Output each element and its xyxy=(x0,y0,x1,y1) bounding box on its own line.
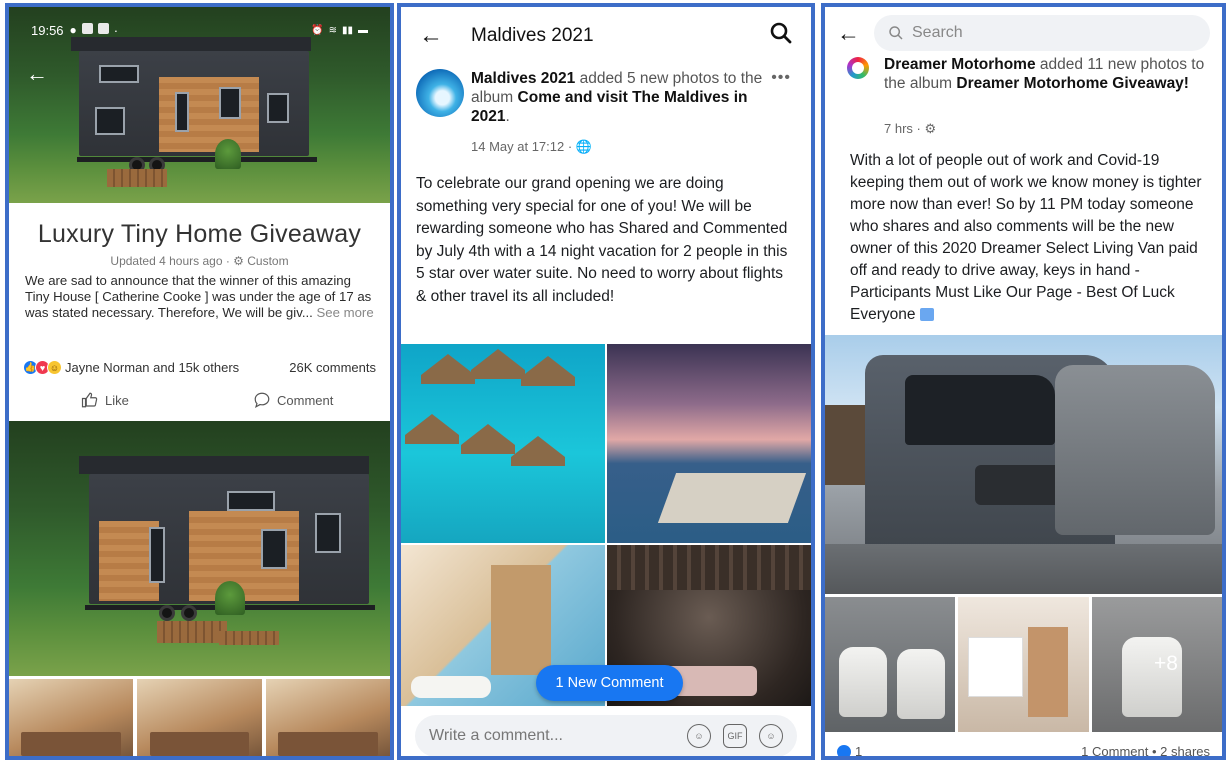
photo-water-villas[interactable] xyxy=(401,344,605,543)
top-bar: ← Search xyxy=(825,7,1222,59)
post-header: Maldives 2021 added 5 new photos to the … xyxy=(471,69,767,126)
photo-sunset-deck[interactable] xyxy=(607,344,811,543)
search-icon xyxy=(889,26,903,40)
motorhome-photo[interactable] xyxy=(825,335,1222,594)
engagement-bar: 1 1 Comment • 2 shares xyxy=(825,744,1222,756)
search-field[interactable]: Search xyxy=(874,15,1210,51)
more-options-icon[interactable]: ••• xyxy=(771,69,791,87)
back-arrow-icon[interactable]: ← xyxy=(26,63,48,85)
comments-count[interactable]: 26K comments xyxy=(289,360,376,375)
comment-icon xyxy=(254,392,270,408)
photo-thumbnail[interactable] xyxy=(137,679,262,756)
reaction-names[interactable]: Jayne Norman and 15k others xyxy=(65,360,239,375)
post-body-text: With a lot of people out of work and Cov… xyxy=(850,152,1202,323)
back-arrow-icon[interactable]: ← xyxy=(837,20,860,47)
reactions-bar: 👍 ♥ ☺ Jayne Norman and 15k others 26K co… xyxy=(23,360,376,375)
tiny-home-post-panel: 19:56 ● · ⏰ ≋ ▮▮ ▬ ← Luxury Tiny Home Gi… xyxy=(5,3,394,760)
new-comment-button[interactable]: 1 New Comment xyxy=(536,665,683,701)
post-page-name[interactable]: Maldives 2021 xyxy=(471,70,575,87)
gif-icon[interactable]: GIF xyxy=(723,724,747,748)
photo-thumbnail[interactable] xyxy=(265,679,390,756)
comment-composer[interactable]: Write a comment... ☺ GIF ☺ xyxy=(415,715,797,756)
post-timestamp: 7 hrs · ⚙ xyxy=(884,121,937,136)
emoji-icon[interactable]: ☺ xyxy=(759,724,783,748)
sticker-icon[interactable]: ☺ xyxy=(687,724,711,748)
like-reaction-icon xyxy=(837,744,851,756)
more-photos-count[interactable]: +8 xyxy=(1154,652,1178,676)
like-count[interactable]: 1 xyxy=(855,744,862,756)
tiny-home-cover-photo[interactable]: 19:56 ● · ⏰ ≋ ▮▮ ▬ ← xyxy=(9,7,390,203)
thumbs-up-icon xyxy=(81,392,98,408)
post-album-name[interactable]: Come and visit The Maldives in 2021 xyxy=(471,89,748,125)
comment-input[interactable]: Write a comment... xyxy=(429,727,563,745)
post-body: With a lot of people out of work and Cov… xyxy=(850,150,1206,326)
notification-icon: ● xyxy=(69,23,77,37)
motorhome-post-panel: ← Search Dreamer Motorhome added 11 new … xyxy=(821,3,1226,760)
alarm-icon: ⏰ xyxy=(311,25,324,36)
phone-status-bar: 19:56 ● · ⏰ ≋ ▮▮ ▬ xyxy=(9,23,390,38)
search-placeholder: Search xyxy=(912,24,963,41)
photo-thumbnail[interactable] xyxy=(958,597,1089,732)
post-album-name[interactable]: Dreamer Motorhome Giveaway! xyxy=(956,75,1189,92)
maldives-post-panel: ← Maldives 2021 Maldives 2021 added 5 ne… xyxy=(397,3,815,760)
app-icon xyxy=(97,23,109,34)
post-title: Luxury Tiny Home Giveaway xyxy=(37,220,362,248)
post-timestamp: 14 May at 17:12 · 🌐 xyxy=(471,139,592,154)
battery-icon: ▬ xyxy=(358,25,368,36)
post-header: Dreamer Motorhome added 11 new photos to… xyxy=(884,55,1208,93)
like-label: Like xyxy=(105,392,129,408)
top-bar: ← Maldives 2021 xyxy=(401,7,811,65)
more-photos-count[interactable]: +2 xyxy=(708,297,733,323)
gallery-icon xyxy=(81,23,93,34)
wifi-icon: ≋ xyxy=(328,25,337,36)
post-description: We are sad to announce that the winner o… xyxy=(25,273,376,321)
like-button[interactable]: Like xyxy=(81,391,129,409)
back-arrow-icon[interactable]: ← xyxy=(419,22,443,50)
post-page-name[interactable]: Dreamer Motorhome xyxy=(884,56,1036,73)
comment-label: Comment xyxy=(277,392,334,408)
page-avatar[interactable] xyxy=(847,57,869,79)
post-body: To celebrate our grand opening we are do… xyxy=(416,175,788,305)
status-time: 19:56 xyxy=(31,23,64,38)
comment-button[interactable]: Comment xyxy=(253,391,333,409)
page-title: Maldives 2021 xyxy=(471,25,594,46)
wow-reaction-icon: ☺ xyxy=(47,360,62,375)
search-icon[interactable] xyxy=(769,21,793,51)
tiny-home-photo[interactable] xyxy=(9,421,390,676)
photo-thumbnails xyxy=(9,679,390,756)
comments-shares-count[interactable]: 1 Comment • 2 shares xyxy=(1081,744,1210,756)
see-more-link[interactable]: See more xyxy=(316,305,373,320)
page-avatar[interactable] xyxy=(416,69,464,117)
thumbs-up-emoji-icon xyxy=(919,308,934,321)
dot-icon: · xyxy=(113,23,119,38)
photo-thumbnail[interactable] xyxy=(825,597,956,732)
post-updated: Updated 4 hours ago · ⚙ Custom xyxy=(110,254,289,268)
post-period: . xyxy=(505,108,510,125)
photo-thumbnail[interactable] xyxy=(9,679,134,756)
photo-grid xyxy=(401,344,811,706)
signal-icon: ▮▮ xyxy=(341,25,353,36)
